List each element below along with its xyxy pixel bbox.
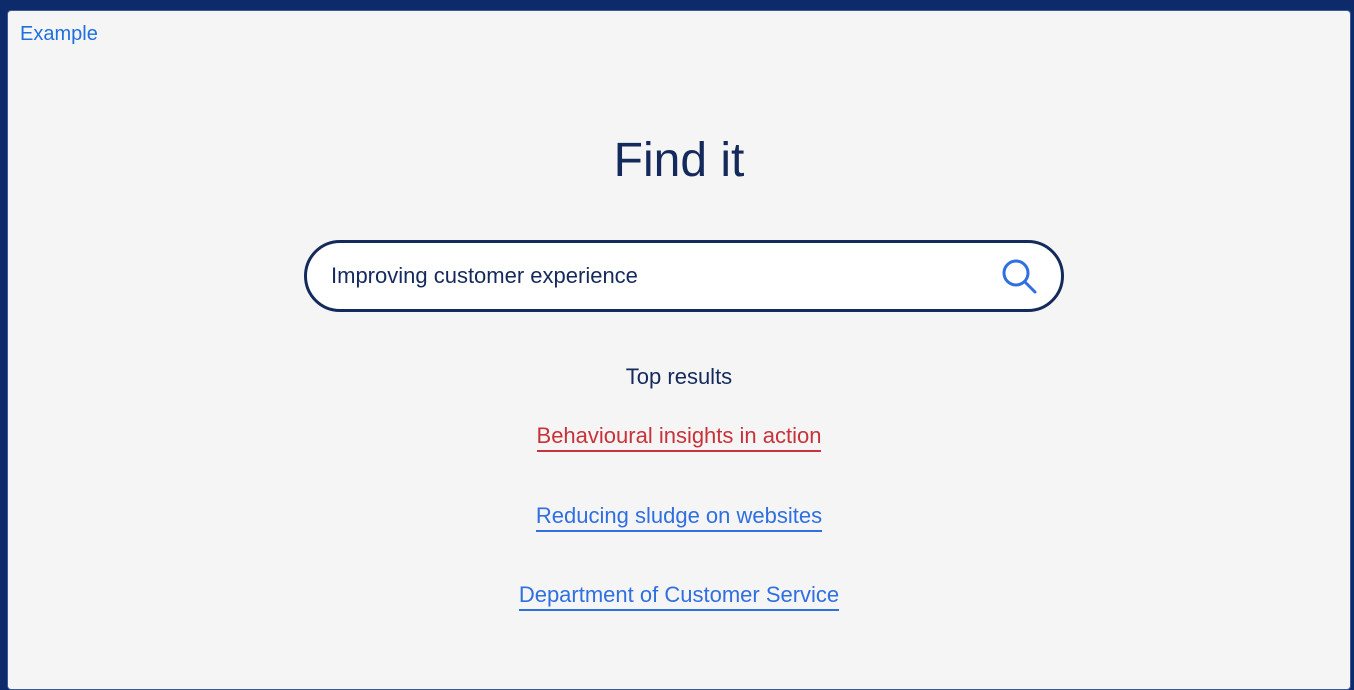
page-title: Find it <box>613 134 745 187</box>
example-frame: Example Find it Top results Behavioural … <box>7 10 1351 690</box>
search-input[interactable] <box>331 256 971 296</box>
result-item: Behavioural insights in action <box>8 423 1350 452</box>
top-results-heading: Top results <box>625 364 733 389</box>
search-box <box>304 240 1064 312</box>
result-link-behavioural-insights[interactable]: Behavioural insights in action <box>536 423 822 452</box>
result-link-reducing-sludge[interactable]: Reducing sludge on websites <box>535 503 823 532</box>
search-icon <box>1002 259 1037 294</box>
result-link-department-customer-service[interactable]: Department of Customer Service <box>518 582 840 611</box>
result-item: Reducing sludge on websites <box>8 503 1350 532</box>
search-button[interactable] <box>999 256 1039 296</box>
result-item: Department of Customer Service <box>8 582 1350 611</box>
example-label[interactable]: Example <box>20 23 98 46</box>
